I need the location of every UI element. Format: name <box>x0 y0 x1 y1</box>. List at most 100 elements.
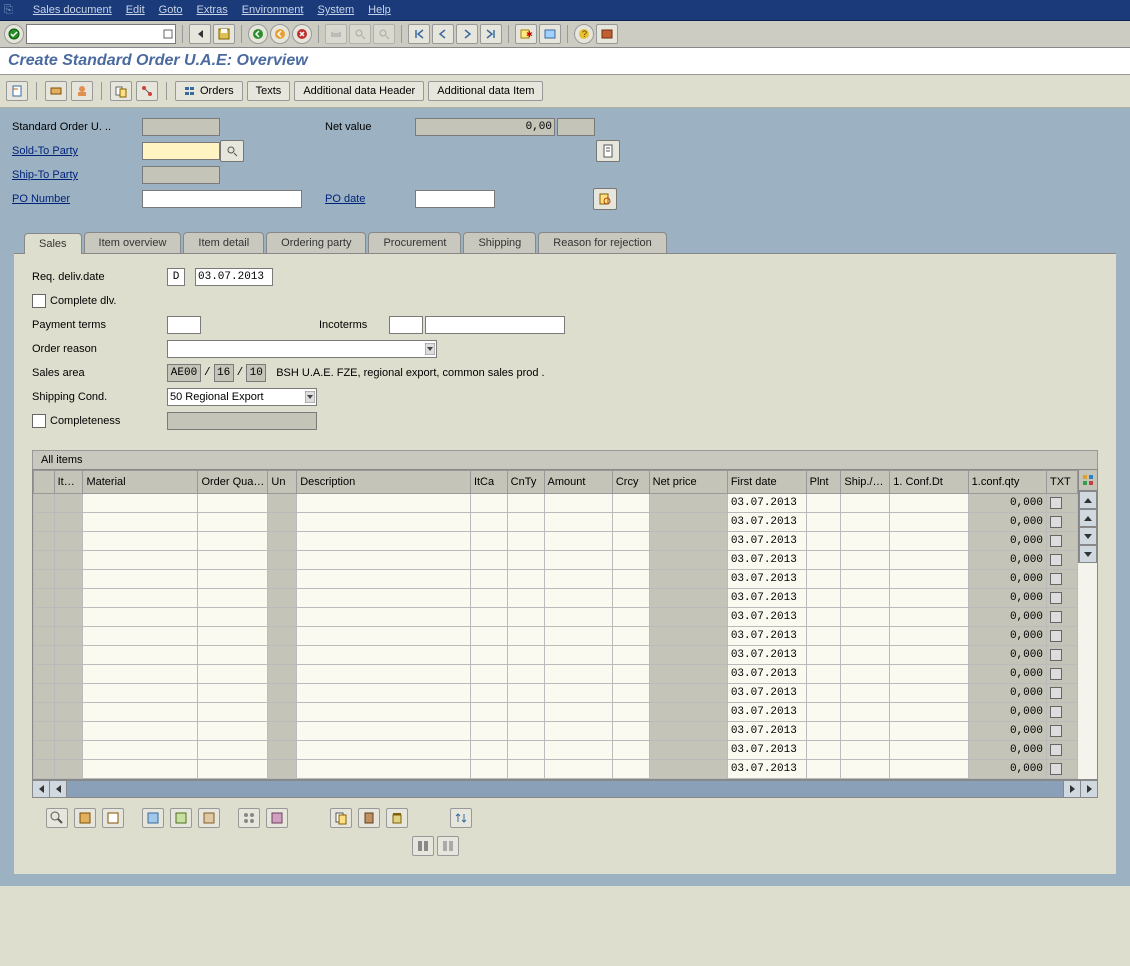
table-cell[interactable] <box>507 703 544 722</box>
table-cell[interactable] <box>612 741 649 760</box>
sort-icon[interactable] <box>450 808 472 828</box>
table-cell[interactable] <box>54 684 83 703</box>
table-cell[interactable] <box>649 494 727 513</box>
table-cell[interactable] <box>198 513 268 532</box>
config-icon[interactable] <box>1079 470 1097 491</box>
nav-back-icon[interactable] <box>189 24 211 44</box>
row-selector[interactable] <box>34 589 55 608</box>
table-cell[interactable] <box>649 722 727 741</box>
table-cell[interactable] <box>1046 722 1077 741</box>
table-cell[interactable] <box>890 513 968 532</box>
table-cell[interactable] <box>841 722 890 741</box>
table-cell[interactable] <box>649 589 727 608</box>
table-cell[interactable] <box>507 627 544 646</box>
doc-flow-icon[interactable] <box>136 81 158 101</box>
table-cell[interactable] <box>806 608 841 627</box>
table-cell[interactable]: 03.07.2013 <box>727 722 806 741</box>
tab-item-overview[interactable]: Item overview <box>84 232 182 253</box>
row-selector[interactable] <box>34 760 55 779</box>
tab-reason-rejection[interactable]: Reason for rejection <box>538 232 666 253</box>
req-deliv-type[interactable] <box>167 268 185 286</box>
table-cell[interactable] <box>806 494 841 513</box>
table-cell[interactable]: 0,000 <box>968 627 1046 646</box>
table-cell[interactable] <box>268 513 297 532</box>
table-row[interactable]: 03.07.20130,000 <box>34 551 1078 570</box>
table-cell[interactable] <box>1046 589 1077 608</box>
table-cell[interactable] <box>83 684 198 703</box>
row-selector[interactable] <box>34 532 55 551</box>
table-cell[interactable] <box>54 741 83 760</box>
table-cell[interactable] <box>649 760 727 779</box>
table-cell[interactable] <box>1046 551 1077 570</box>
table-cell[interactable] <box>470 589 507 608</box>
table-cell[interactable]: 03.07.2013 <box>727 608 806 627</box>
table-cell[interactable] <box>198 665 268 684</box>
doc-icon[interactable] <box>596 140 620 162</box>
paste-icon[interactable] <box>358 808 380 828</box>
table-cell[interactable] <box>890 551 968 570</box>
table-cell[interactable] <box>507 589 544 608</box>
col-header[interactable]: Description <box>297 471 471 494</box>
table-cell[interactable]: 0,000 <box>968 722 1046 741</box>
row-selector[interactable] <box>34 608 55 627</box>
partner-icon[interactable] <box>71 81 93 101</box>
menu-system[interactable]: System <box>317 4 354 16</box>
table-cell[interactable] <box>507 570 544 589</box>
table-row[interactable]: 03.07.20130,000 <box>34 570 1078 589</box>
tab-sales[interactable]: Sales <box>24 233 82 254</box>
tab-ordering-party[interactable]: Ordering party <box>266 232 366 253</box>
table-cell[interactable] <box>54 513 83 532</box>
table-cell[interactable]: 03.07.2013 <box>727 532 806 551</box>
col-header[interactable]: Ship./… <box>841 471 890 494</box>
table-cell[interactable] <box>890 494 968 513</box>
schedule-lines-icon[interactable] <box>170 808 192 828</box>
table-cell[interactable] <box>806 570 841 589</box>
row-selector[interactable] <box>34 627 55 646</box>
ship-to-field[interactable] <box>142 166 220 184</box>
table-cell[interactable]: 03.07.2013 <box>727 646 806 665</box>
table-cell[interactable] <box>83 570 198 589</box>
col-header[interactable]: First date <box>727 471 806 494</box>
row-selector[interactable] <box>34 513 55 532</box>
col-header[interactable]: Un <box>268 471 297 494</box>
table-cell[interactable] <box>1046 703 1077 722</box>
cancel-icon[interactable] <box>292 24 312 44</box>
table-cell[interactable] <box>198 532 268 551</box>
table-cell[interactable] <box>544 589 612 608</box>
additional-data-header-button[interactable]: Additional data Header <box>294 81 424 101</box>
table-cell[interactable] <box>1046 741 1077 760</box>
table-cell[interactable] <box>507 513 544 532</box>
table-cell[interactable] <box>83 760 198 779</box>
table-cell[interactable] <box>806 589 841 608</box>
table-cell[interactable] <box>54 532 83 551</box>
vertical-scrollbar[interactable] <box>1078 470 1097 563</box>
table-cell[interactable] <box>297 570 471 589</box>
table-cell[interactable] <box>470 570 507 589</box>
table-cell[interactable] <box>198 646 268 665</box>
table-cell[interactable] <box>268 570 297 589</box>
table-cell[interactable] <box>507 684 544 703</box>
sold-to-field[interactable] <box>142 142 220 160</box>
row-selector[interactable] <box>34 551 55 570</box>
table-cell[interactable] <box>806 684 841 703</box>
table-cell[interactable] <box>1046 684 1077 703</box>
table-row[interactable]: 03.07.20130,000 <box>34 646 1078 665</box>
shipping-cond-field[interactable] <box>167 388 317 406</box>
dropdown-icon[interactable] <box>305 391 315 406</box>
table-cell[interactable] <box>297 760 471 779</box>
table-cell[interactable] <box>54 494 83 513</box>
table-cell[interactable] <box>890 722 968 741</box>
table-cell[interactable] <box>649 532 727 551</box>
table-cell[interactable] <box>268 589 297 608</box>
table-cell[interactable] <box>649 646 727 665</box>
table-cell[interactable] <box>806 513 841 532</box>
print-icon[interactable] <box>325 24 347 44</box>
scroll-right-icon[interactable] <box>1080 781 1097 797</box>
po-date-field[interactable] <box>415 190 495 208</box>
table-cell[interactable] <box>83 627 198 646</box>
table-cell[interactable] <box>470 551 507 570</box>
col-header[interactable]: Order Qua… <box>198 471 268 494</box>
table-cell[interactable] <box>612 532 649 551</box>
table-cell[interactable] <box>612 684 649 703</box>
table-cell[interactable] <box>544 684 612 703</box>
